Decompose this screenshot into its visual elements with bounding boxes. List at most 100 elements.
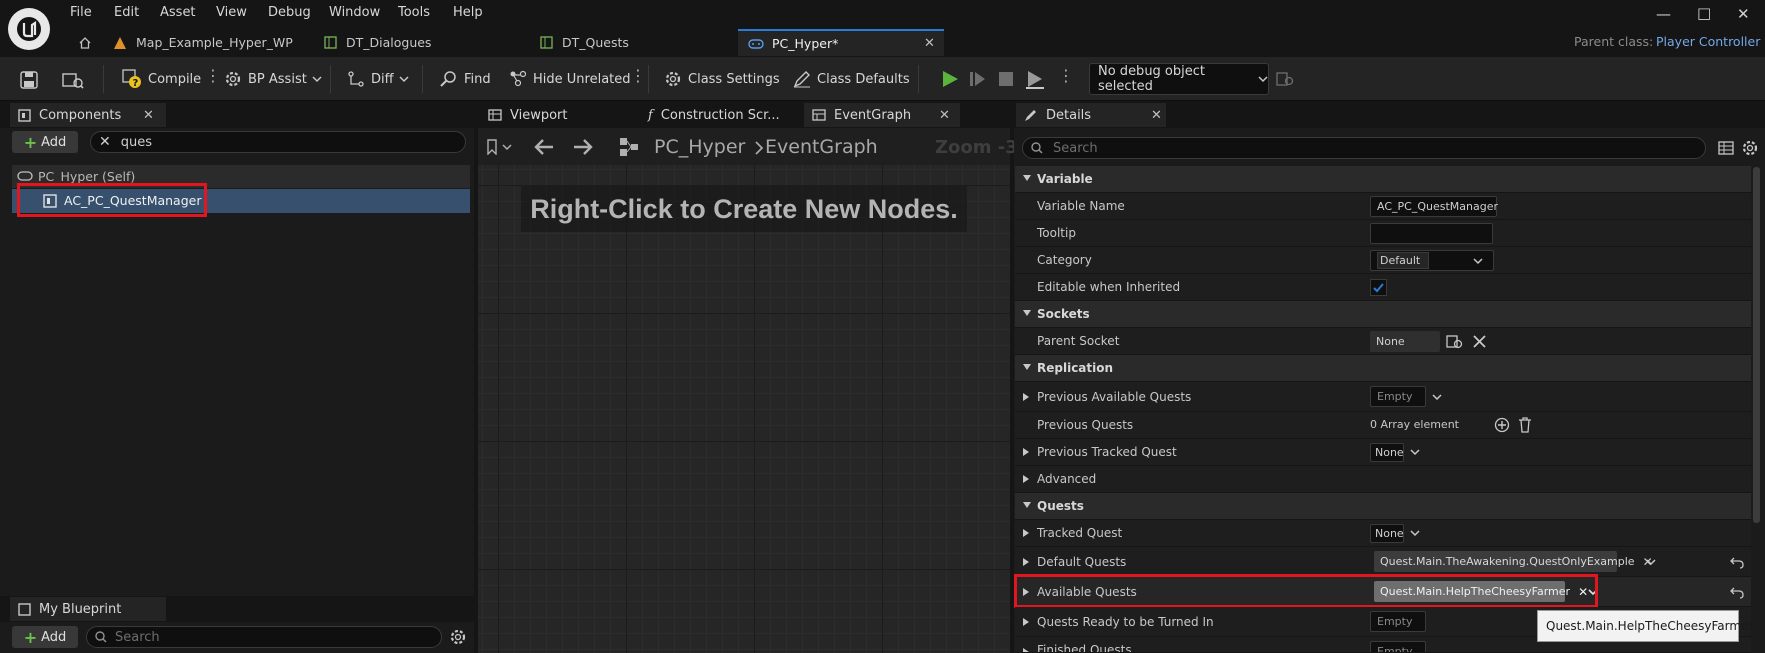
tab-map-example[interactable]: Map_Example_Hyper_WP: [112, 29, 293, 56]
bookmark-icon[interactable]: [486, 139, 514, 155]
chevron-down-icon[interactable]: [1646, 559, 1656, 566]
trash-icon[interactable]: [1518, 417, 1532, 433]
category-replication[interactable]: Replication: [1015, 355, 1751, 382]
hide-unrelated-button[interactable]: Hide Unrelated: [509, 67, 631, 91]
expand-arrow-icon[interactable]: [1022, 392, 1030, 402]
details-tab[interactable]: Details ✕: [1016, 103, 1166, 127]
chevron-down-icon[interactable]: [1410, 530, 1420, 537]
details-search-input[interactable]: Search: [1022, 137, 1706, 159]
expand-arrow-icon[interactable]: [1022, 528, 1030, 538]
previous-tracked-combo[interactable]: None: [1370, 443, 1404, 462]
row-advanced[interactable]: Advanced: [1015, 466, 1751, 493]
diff-button[interactable]: Diff: [347, 67, 409, 91]
find-button[interactable]: Find: [440, 67, 491, 91]
debug-filter-icon[interactable]: [1276, 70, 1294, 88]
editable-checkbox[interactable]: [1370, 279, 1387, 296]
myblueprint-search-input[interactable]: Search: [86, 626, 442, 648]
previous-available-combo[interactable]: Empty: [1370, 386, 1426, 407]
breadcrumb-leaf[interactable]: EventGraph: [765, 136, 878, 158]
eject-icon[interactable]: [1024, 68, 1046, 90]
home-icon[interactable]: [78, 29, 92, 56]
default-quest-tag[interactable]: Quest.Main.TheAwakening.QuestOnlyExample…: [1374, 551, 1653, 572]
step-forward-icon[interactable]: [968, 69, 988, 89]
clear-search-icon[interactable]: ✕: [99, 134, 111, 150]
close-window-icon[interactable]: ✕: [1737, 5, 1750, 23]
category-variable[interactable]: Variable: [1015, 166, 1751, 193]
tooltip-input[interactable]: [1370, 223, 1493, 244]
tab-construction-script[interactable]: f Construction Scr...: [640, 103, 800, 127]
menu-debug[interactable]: Debug: [268, 5, 311, 23]
expand-arrow-icon[interactable]: [1022, 447, 1030, 457]
category-quests[interactable]: Quests: [1015, 493, 1751, 520]
chevron-down-icon[interactable]: [1410, 449, 1420, 456]
chevron-down-icon[interactable]: [1432, 394, 1442, 401]
my-blueprint-tab[interactable]: My Blueprint: [10, 597, 166, 621]
variable-name-input[interactable]: AC_PC_QuestManager: [1370, 196, 1498, 217]
tooltip-popup: Quest.Main.HelpTheCheesyFarmer: [1537, 610, 1753, 642]
tab-dt-quests[interactable]: DT_Quests: [538, 29, 629, 56]
expand-arrow-icon[interactable]: [1022, 617, 1030, 627]
browse-socket-icon[interactable]: [1446, 333, 1464, 350]
finished-quests-combo[interactable]: Empty: [1370, 641, 1426, 652]
tab-dt-dialogues[interactable]: DT_Dialogues: [322, 29, 431, 56]
gear-icon[interactable]: [1741, 139, 1759, 157]
event-graph-canvas[interactable]: [478, 165, 1010, 653]
close-tab-icon[interactable]: ✕: [143, 108, 154, 123]
menu-tools[interactable]: Tools: [398, 5, 430, 23]
components-tab[interactable]: Components ✕: [10, 103, 166, 127]
gear-icon[interactable]: [449, 628, 467, 646]
reset-to-default-icon[interactable]: [1730, 555, 1744, 569]
maximize-icon[interactable]: □: [1697, 4, 1711, 22]
close-tab-icon[interactable]: ✕: [939, 108, 950, 123]
stop-icon[interactable]: [997, 70, 1015, 88]
components-search-input[interactable]: ✕ ques: [90, 131, 466, 153]
menu-file[interactable]: File: [70, 5, 92, 23]
parent-socket-combo[interactable]: None: [1370, 331, 1440, 352]
category-label: Variable: [1037, 172, 1093, 186]
quests-ready-combo[interactable]: Empty: [1370, 611, 1426, 632]
compile-icon: ?: [122, 69, 142, 89]
close-tab-icon[interactable]: ✕: [1151, 108, 1162, 123]
back-arrow-icon[interactable]: [533, 137, 555, 157]
tracked-quest-combo[interactable]: None: [1370, 524, 1404, 543]
expand-arrow-icon[interactable]: [1022, 647, 1030, 653]
reset-to-default-icon[interactable]: [1730, 585, 1744, 599]
menu-help[interactable]: Help: [453, 5, 483, 23]
compile-options-icon[interactable]: ⋮: [205, 66, 221, 85]
tab-event-graph[interactable]: EventGraph ✕: [804, 103, 960, 127]
menu-edit[interactable]: Edit: [114, 5, 139, 23]
category-combo[interactable]: Default: [1370, 250, 1494, 271]
unreal-logo-icon[interactable]: [8, 8, 50, 50]
parent-class-link[interactable]: Player Controller: [1656, 34, 1760, 49]
class-defaults-button[interactable]: Class Defaults: [793, 67, 910, 91]
menu-view[interactable]: View: [216, 5, 247, 23]
expand-arrow-icon[interactable]: [1022, 557, 1030, 567]
debug-object-select[interactable]: No debug object selected: [1089, 63, 1269, 95]
table-view-icon[interactable]: [1718, 140, 1734, 156]
close-tab-icon[interactable]: ✕: [924, 36, 935, 51]
compile-button[interactable]: ? Compile: [122, 67, 201, 91]
clear-socket-icon[interactable]: [1473, 335, 1486, 348]
play-icon[interactable]: [940, 69, 960, 89]
play-options-icon[interactable]: ⋮: [1058, 66, 1074, 85]
tab-viewport[interactable]: Viewport: [480, 103, 630, 127]
save-icon[interactable]: [20, 68, 38, 92]
details-scrollbar[interactable]: [1753, 167, 1760, 523]
menu-window[interactable]: Window: [329, 5, 380, 23]
category-sockets[interactable]: Sockets: [1015, 301, 1751, 328]
browse-asset-icon[interactable]: [62, 68, 84, 92]
add-component-button[interactable]: + Add: [12, 131, 78, 153]
add-element-icon[interactable]: [1494, 417, 1510, 433]
bp-assist-button[interactable]: BP Assist: [224, 67, 322, 91]
add-member-button[interactable]: + Add: [12, 626, 78, 648]
tab-pc-hyper[interactable]: PC_Hyper* ✕: [738, 29, 944, 56]
tracked-quest-value: None: [1375, 527, 1404, 540]
minimize-icon[interactable]: —: [1656, 5, 1671, 23]
row-editable-inherited: Editable when Inherited: [1015, 274, 1751, 301]
forward-arrow-icon[interactable]: [572, 137, 594, 157]
breadcrumb-root[interactable]: PC_Hyper: [654, 136, 745, 158]
menu-asset[interactable]: Asset: [160, 5, 196, 23]
gear-icon: [664, 70, 682, 88]
more-options-icon[interactable]: ⋮: [630, 66, 646, 85]
class-settings-button[interactable]: Class Settings: [664, 67, 780, 91]
